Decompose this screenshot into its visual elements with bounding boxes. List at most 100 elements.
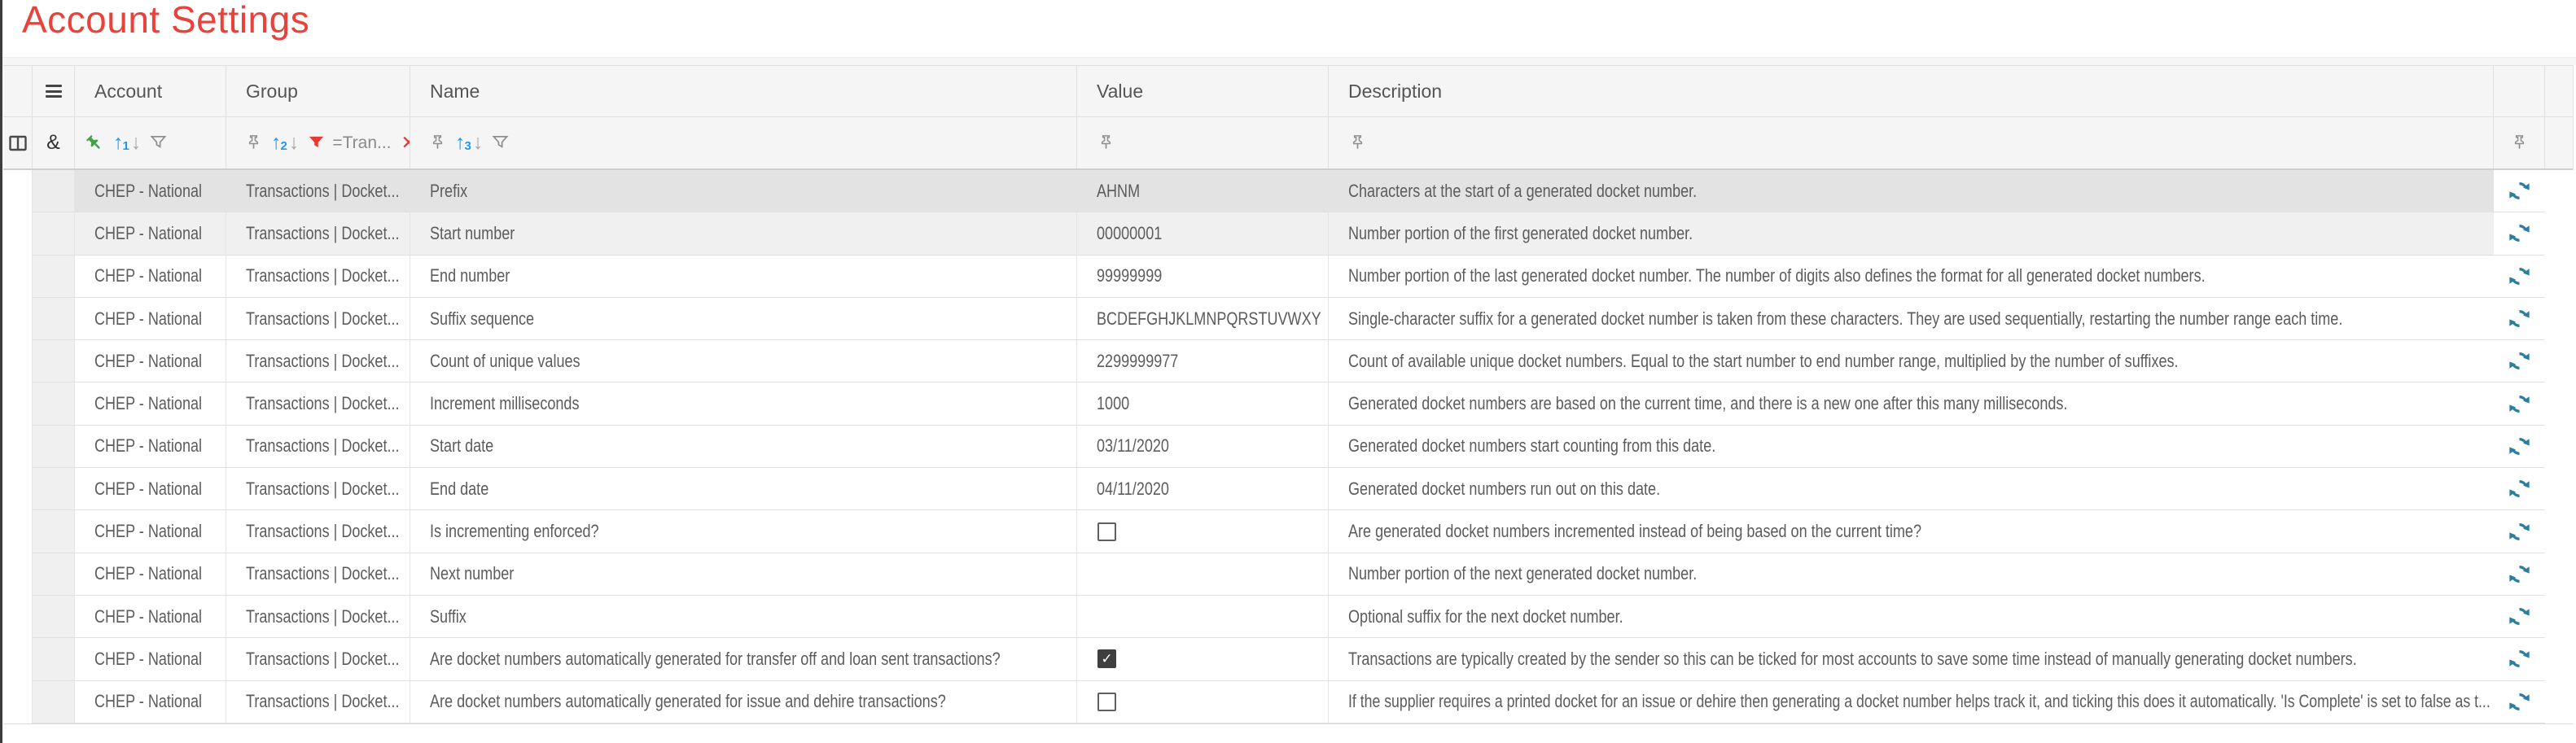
cell-account[interactable]: CHEP - National — [75, 256, 226, 298]
refresh-icon[interactable] — [2508, 648, 2530, 670]
table-row[interactable]: CHEP - NationalTransactions | Docket...A… — [3, 638, 2573, 680]
pushpin-outline-icon[interactable] — [244, 133, 263, 152]
cell-description[interactable]: Generated docket numbers start counting … — [1329, 426, 2494, 468]
table-row[interactable]: CHEP - NationalTransactions | Docket...N… — [3, 553, 2573, 596]
value-checkbox[interactable]: ✓ — [1097, 649, 1116, 668]
row-header-cell[interactable] — [33, 468, 75, 510]
refresh-icon[interactable] — [2508, 478, 2530, 500]
column-header-account[interactable]: Account — [75, 66, 226, 116]
cell-value[interactable]: 99999999 — [1077, 256, 1329, 298]
table-row[interactable]: CHEP - NationalTransactions | Docket...A… — [3, 681, 2573, 723]
header-menu-cell[interactable] — [33, 66, 75, 116]
table-row[interactable]: CHEP - NationalTransactions | Docket...S… — [3, 596, 2573, 638]
pushpin-outline-icon[interactable] — [1348, 133, 1367, 152]
refresh-icon[interactable] — [2508, 605, 2530, 627]
refresh-icon[interactable] — [2508, 308, 2530, 330]
cell-description[interactable]: Transactions are typically created by th… — [1329, 638, 2494, 680]
cell-description[interactable]: Single-character suffix for a generated … — [1329, 298, 2494, 340]
cell-account[interactable]: CHEP - National — [75, 212, 226, 255]
row-header-cell[interactable] — [33, 256, 75, 298]
column-header-name[interactable]: Name — [410, 66, 1077, 116]
row-header-cell[interactable] — [33, 170, 75, 212]
refresh-icon[interactable] — [2508, 563, 2530, 585]
cell-account[interactable]: CHEP - National — [75, 681, 226, 723]
cell-group[interactable]: Transactions | Docket... — [226, 468, 410, 510]
pushpin-outline-icon[interactable] — [428, 133, 447, 152]
cell-value[interactable] — [1077, 510, 1329, 553]
cell-description[interactable]: Number portion of the next generated doc… — [1329, 553, 2494, 596]
cell-group[interactable]: Transactions | Docket... — [226, 681, 410, 723]
filter-logic-cell[interactable]: & — [33, 117, 75, 168]
refresh-icon[interactable] — [2508, 222, 2530, 244]
cell-description[interactable]: Count of available unique docket numbers… — [1329, 340, 2494, 382]
cell-name[interactable]: Count of unique values — [410, 340, 1077, 382]
refresh-icon[interactable] — [2508, 350, 2530, 372]
cell-value[interactable] — [1077, 553, 1329, 596]
funnel-icon[interactable] — [149, 133, 168, 152]
row-header-cell[interactable] — [33, 638, 75, 680]
pushpin-outline-icon[interactable] — [2510, 133, 2529, 152]
row-header-cell[interactable] — [33, 298, 75, 340]
cell-account[interactable]: CHEP - National — [75, 382, 226, 425]
cell-group[interactable]: Transactions | Docket... — [226, 298, 410, 340]
cell-value[interactable]: 1000 — [1077, 382, 1329, 425]
hamburger-icon[interactable] — [46, 82, 62, 101]
cell-account[interactable]: CHEP - National — [75, 170, 226, 212]
refresh-icon[interactable] — [2508, 435, 2530, 457]
row-header-cell[interactable] — [33, 681, 75, 723]
cell-name[interactable]: Suffix sequence — [410, 298, 1077, 340]
table-row[interactable]: CHEP - NationalTransactions | Docket...S… — [3, 426, 2573, 468]
row-header-cell[interactable] — [33, 596, 75, 638]
column-header-description[interactable]: Description — [1329, 66, 2494, 116]
table-row[interactable]: CHEP - NationalTransactions | Docket...I… — [3, 510, 2573, 553]
sort-control-account[interactable]: ↑1↓ — [113, 133, 141, 153]
table-row[interactable]: CHEP - NationalTransactions | Docket...E… — [3, 468, 2573, 510]
row-header-cell[interactable] — [33, 510, 75, 553]
row-header-cell[interactable] — [33, 426, 75, 468]
cell-group[interactable]: Transactions | Docket... — [226, 256, 410, 298]
cell-name[interactable]: Are docket numbers automatically generat… — [410, 681, 1077, 723]
cell-description[interactable]: Characters at the start of a generated d… — [1329, 170, 2494, 212]
cell-account[interactable]: CHEP - National — [75, 298, 226, 340]
cell-group[interactable]: Transactions | Docket... — [226, 170, 410, 212]
row-header-cell[interactable] — [33, 382, 75, 425]
table-row[interactable]: CHEP - NationalTransactions | Docket...S… — [3, 212, 2573, 255]
value-checkbox[interactable] — [1097, 522, 1116, 541]
cell-account[interactable]: CHEP - National — [75, 510, 226, 553]
column-chooser-cell[interactable] — [3, 117, 33, 168]
cell-name[interactable]: Start number — [410, 212, 1077, 255]
column-header-value[interactable]: Value — [1077, 66, 1329, 116]
row-header-cell[interactable] — [33, 212, 75, 255]
row-header-cell[interactable] — [33, 340, 75, 382]
cell-value[interactable]: AHNM — [1077, 170, 1329, 212]
cell-group[interactable]: Transactions | Docket... — [226, 510, 410, 553]
refresh-icon[interactable] — [2508, 265, 2530, 287]
refresh-icon[interactable] — [2508, 691, 2530, 713]
cell-name[interactable]: Is incrementing enforced? — [410, 510, 1077, 553]
cell-name[interactable]: Suffix — [410, 596, 1077, 638]
refresh-icon[interactable] — [2508, 521, 2530, 543]
cell-account[interactable]: CHEP - National — [75, 340, 226, 382]
cell-account[interactable]: CHEP - National — [75, 596, 226, 638]
cell-value[interactable]: BCDEFGHJKLMNPQRSTUVWXY — [1077, 298, 1329, 340]
cell-name[interactable]: Increment milliseconds — [410, 382, 1077, 425]
table-row[interactable]: CHEP - NationalTransactions | Docket...C… — [3, 340, 2573, 382]
sort-control-name[interactable]: ↑3↓ — [455, 133, 483, 153]
cell-group[interactable]: Transactions | Docket... — [226, 382, 410, 425]
cell-description[interactable]: Generated docket numbers run out on this… — [1329, 468, 2494, 510]
table-row[interactable]: CHEP - NationalTransactions | Docket...E… — [3, 256, 2573, 298]
cell-name[interactable]: Prefix — [410, 170, 1077, 212]
cell-account[interactable]: CHEP - National — [75, 426, 226, 468]
cell-name[interactable]: End number — [410, 256, 1077, 298]
refresh-icon[interactable] — [2508, 180, 2530, 202]
cell-description[interactable]: If the supplier requires a printed docke… — [1329, 681, 2494, 723]
pinned-green-pushpin-icon[interactable] — [84, 133, 105, 154]
pushpin-outline-icon[interactable] — [1097, 133, 1115, 152]
cell-account[interactable]: CHEP - National — [75, 468, 226, 510]
two-pane-icon[interactable] — [8, 134, 28, 152]
cell-group[interactable]: Transactions | Docket... — [226, 596, 410, 638]
cell-name[interactable]: Next number — [410, 553, 1077, 596]
clear-filter-icon[interactable]: ✕ — [401, 133, 410, 152]
value-checkbox[interactable] — [1097, 693, 1116, 711]
cell-group[interactable]: Transactions | Docket... — [226, 212, 410, 255]
